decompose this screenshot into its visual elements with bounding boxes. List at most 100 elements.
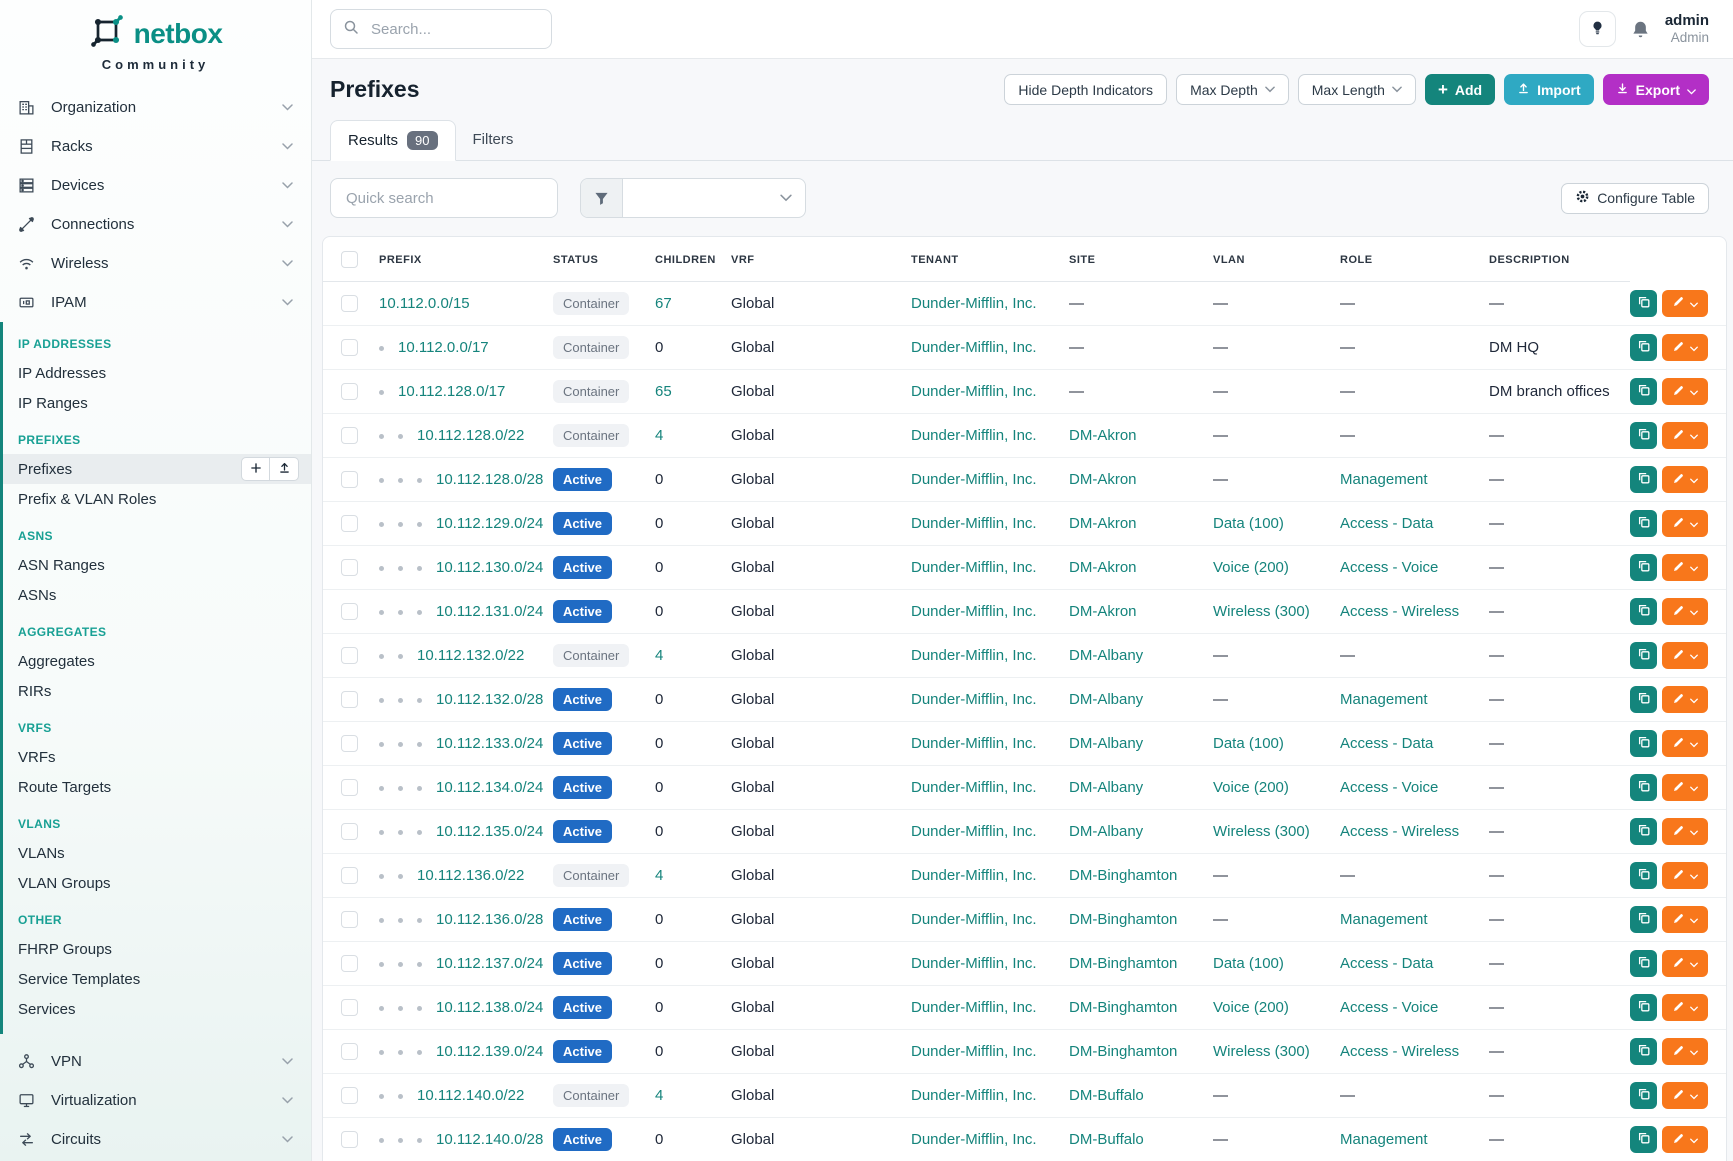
children-count-link[interactable]: 4 — [655, 867, 663, 884]
prefix-link[interactable]: 10.112.136.0/28 — [436, 911, 543, 928]
site-link[interactable]: DM-Buffalo — [1069, 1087, 1144, 1104]
column-header-vrf[interactable]: VRF — [731, 237, 911, 282]
row-checkbox[interactable] — [341, 427, 358, 444]
tenant-link[interactable]: Dunder-Mifflin, Inc. — [911, 647, 1037, 664]
sidebar-item-fhrp-groups[interactable]: FHRP Groups — [3, 934, 311, 964]
row-checkbox[interactable] — [341, 735, 358, 752]
edit-split-button[interactable] — [1662, 378, 1708, 405]
tenant-link[interactable]: Dunder-Mifflin, Inc. — [911, 1043, 1037, 1060]
role-link[interactable]: Access - Wireless — [1340, 1043, 1459, 1060]
vlan-link[interactable]: Wireless (300) — [1213, 603, 1310, 620]
funnel-icon[interactable] — [581, 179, 623, 217]
sidebar-item-vrfs[interactable]: VRFs — [3, 742, 311, 772]
edit-split-button[interactable] — [1662, 730, 1708, 757]
site-link[interactable]: DM-Albany — [1069, 823, 1143, 840]
clone-button[interactable] — [1630, 818, 1657, 845]
clone-button[interactable] — [1630, 950, 1657, 977]
max-length-dropdown[interactable]: Max Length — [1298, 74, 1416, 105]
children-count-link[interactable]: 4 — [655, 1087, 663, 1104]
clone-button[interactable] — [1630, 290, 1657, 317]
prefix-link[interactable]: 10.112.133.0/24 — [436, 735, 543, 752]
row-checkbox[interactable] — [341, 515, 358, 532]
clone-button[interactable] — [1630, 686, 1657, 713]
saved-filter-select[interactable] — [623, 179, 805, 217]
row-checkbox[interactable] — [341, 1131, 358, 1148]
children-count-link[interactable]: 4 — [655, 647, 663, 664]
children-count-link[interactable]: 4 — [655, 427, 663, 444]
tenant-link[interactable]: Dunder-Mifflin, Inc. — [911, 383, 1037, 400]
row-checkbox[interactable] — [341, 1043, 358, 1060]
prefix-link[interactable]: 10.112.129.0/24 — [436, 515, 543, 532]
prefix-link[interactable]: 10.112.137.0/24 — [436, 955, 543, 972]
role-link[interactable]: Management — [1340, 471, 1428, 488]
row-checkbox[interactable] — [341, 911, 358, 928]
clone-button[interactable] — [1630, 994, 1657, 1021]
row-checkbox[interactable] — [341, 603, 358, 620]
edit-split-button[interactable] — [1662, 774, 1708, 801]
children-count-link[interactable]: 65 — [655, 383, 672, 400]
tenant-link[interactable]: Dunder-Mifflin, Inc. — [911, 779, 1037, 796]
hide-depth-indicators-button[interactable]: Hide Depth Indicators — [1004, 74, 1167, 105]
sidebar-item-aggregates[interactable]: Aggregates — [3, 646, 311, 676]
select-all-checkbox[interactable] — [341, 251, 358, 268]
sidebar-item-connections[interactable]: Connections — [0, 205, 311, 244]
role-link[interactable]: Management — [1340, 911, 1428, 928]
configure-table-button[interactable]: Configure Table — [1561, 183, 1709, 214]
clone-button[interactable] — [1630, 334, 1657, 361]
sidebar-item-asn-ranges[interactable]: ASN Ranges — [3, 550, 311, 580]
add-button[interactable]: + Add — [1425, 74, 1495, 105]
edit-split-button[interactable] — [1662, 686, 1708, 713]
edit-split-button[interactable] — [1662, 950, 1708, 977]
clone-button[interactable] — [1630, 642, 1657, 669]
edit-split-button[interactable] — [1662, 862, 1708, 889]
vlan-link[interactable]: Data (100) — [1213, 955, 1284, 972]
site-link[interactable]: DM-Akron — [1069, 471, 1137, 488]
prefix-link[interactable]: 10.112.128.0/22 — [417, 427, 524, 444]
prefix-link[interactable]: 10.112.128.0/17 — [398, 383, 505, 400]
tenant-link[interactable]: Dunder-Mifflin, Inc. — [911, 691, 1037, 708]
prefix-link[interactable]: 10.112.140.0/28 — [436, 1131, 543, 1148]
sidebar-item-route-targets[interactable]: Route Targets — [3, 772, 311, 802]
role-link[interactable]: Access - Voice — [1340, 999, 1438, 1016]
export-dropdown-button[interactable]: Export — [1603, 74, 1709, 105]
tenant-link[interactable]: Dunder-Mifflin, Inc. — [911, 955, 1037, 972]
site-link[interactable]: DM-Binghamton — [1069, 911, 1177, 928]
row-checkbox[interactable] — [341, 999, 358, 1016]
column-header-vlan[interactable]: VLAN — [1213, 237, 1340, 282]
quick-add-button[interactable] — [241, 457, 270, 481]
search-input[interactable] — [369, 20, 539, 39]
edit-split-button[interactable] — [1662, 598, 1708, 625]
prefix-link[interactable]: 10.112.130.0/24 — [436, 559, 543, 576]
tenant-link[interactable]: Dunder-Mifflin, Inc. — [911, 867, 1037, 884]
edit-split-button[interactable] — [1662, 290, 1708, 317]
role-link[interactable]: Management — [1340, 1131, 1428, 1148]
edit-split-button[interactable] — [1662, 1038, 1708, 1065]
tenant-link[interactable]: Dunder-Mifflin, Inc. — [911, 427, 1037, 444]
tenant-link[interactable]: Dunder-Mifflin, Inc. — [911, 603, 1037, 620]
tenant-link[interactable]: Dunder-Mifflin, Inc. — [911, 823, 1037, 840]
clone-button[interactable] — [1630, 378, 1657, 405]
sidebar-item-vlans[interactable]: VLANs — [3, 838, 311, 868]
quick-search-input[interactable] — [344, 189, 544, 208]
children-count-link[interactable]: 67 — [655, 295, 672, 312]
prefix-link[interactable]: 10.112.128.0/28 — [436, 471, 543, 488]
vlan-link[interactable]: Wireless (300) — [1213, 823, 1310, 840]
edit-split-button[interactable] — [1662, 906, 1708, 933]
site-link[interactable]: DM-Binghamton — [1069, 955, 1177, 972]
sidebar-item-asns[interactable]: ASNs — [3, 580, 311, 610]
row-checkbox[interactable] — [341, 691, 358, 708]
edit-split-button[interactable] — [1662, 642, 1708, 669]
tenant-link[interactable]: Dunder-Mifflin, Inc. — [911, 339, 1037, 356]
site-link[interactable]: DM-Akron — [1069, 559, 1137, 576]
sidebar-item-prefix-vlan-roles[interactable]: Prefix & VLAN Roles — [3, 484, 311, 514]
row-checkbox[interactable] — [341, 559, 358, 576]
clone-button[interactable] — [1630, 906, 1657, 933]
tab-filters[interactable]: Filters — [456, 119, 531, 160]
row-checkbox[interactable] — [341, 1087, 358, 1104]
vlan-link[interactable]: Data (100) — [1213, 735, 1284, 752]
site-link[interactable]: DM-Binghamton — [1069, 867, 1177, 884]
tenant-link[interactable]: Dunder-Mifflin, Inc. — [911, 1131, 1037, 1148]
sidebar-item-vpn[interactable]: VPN — [0, 1042, 311, 1081]
prefix-link[interactable]: 10.112.132.0/28 — [436, 691, 543, 708]
site-link[interactable]: DM-Albany — [1069, 735, 1143, 752]
